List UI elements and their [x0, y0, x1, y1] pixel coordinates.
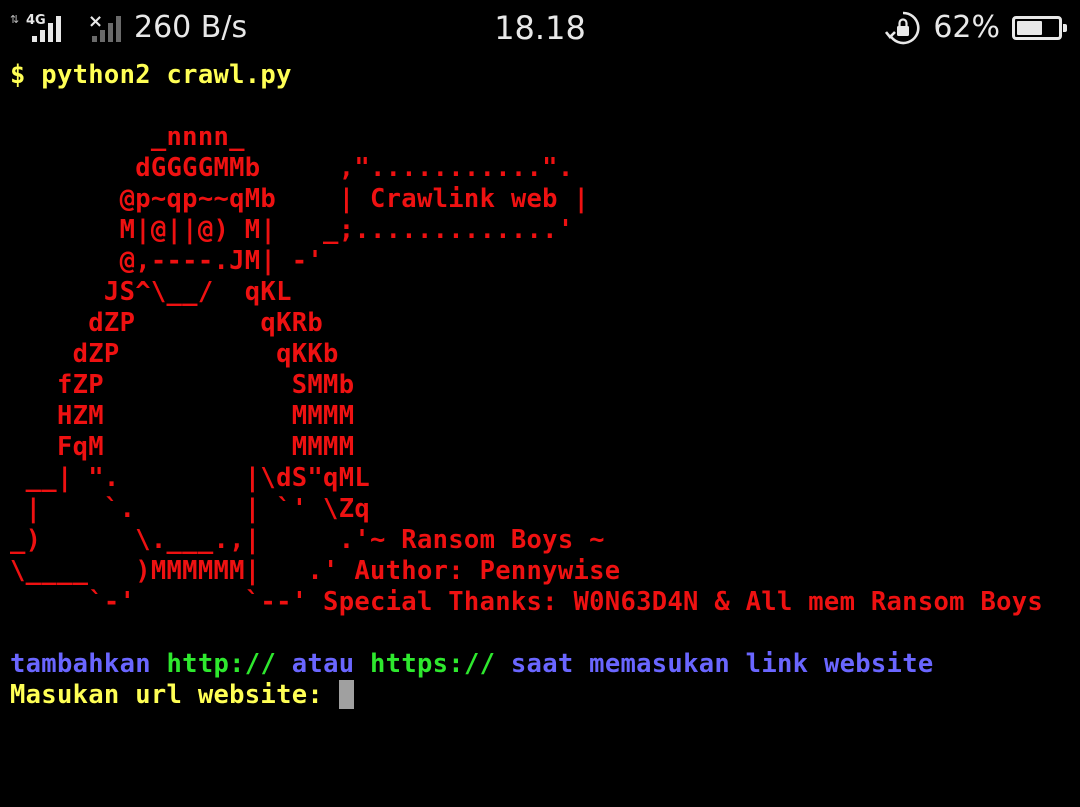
ascii-art-line: \____ )MMMMMM| .' Author: Pennywise [10, 556, 621, 586]
ascii-art-line: `-' `--' Special Thanks: W0N63D4N & All … [10, 587, 1044, 617]
battery-nub [1063, 24, 1067, 32]
ascii-art-line: dGGGGMMb ,"...........". [10, 153, 574, 183]
ascii-art-line: _nnnn_ [10, 122, 245, 152]
status-bar: ⇅ 4G × 260 B/s 18.18 62% [0, 0, 1080, 56]
url-input-prompt: Masukan url website: [10, 680, 339, 710]
hint-segment: http:// [166, 649, 277, 679]
ascii-art-line: dZP qKRb [10, 308, 324, 338]
ascii-art-line: FqM MMMM [10, 432, 355, 462]
hint-segment: https:// [370, 649, 496, 679]
ascii-art-line: | `. | `' \Zq [10, 494, 371, 524]
ascii-art-banner: _nnnn_ dGGGGMMb ,"...........". @p~qp~~q… [10, 91, 1080, 649]
hint-segment: atau [276, 649, 371, 679]
hint-segment: tambahkan [10, 649, 167, 679]
ascii-art-line: dZP qKKb [10, 339, 339, 369]
rotation-lock-icon [885, 11, 920, 45]
url-input-line[interactable]: Masukan url website: [10, 680, 1080, 711]
url-hint-line: tambahkan http:// atau https:// saat mem… [10, 649, 1080, 680]
ascii-art-line: @,----.JM| -' [10, 246, 324, 276]
battery-percent: 62% [933, 10, 1000, 45]
ascii-art-line: _) \.___.,| .'~ Ransom Boys ~ [10, 525, 605, 555]
ascii-art-line [10, 91, 1080, 122]
ascii-art-line: JS^\__/ qKL [10, 277, 292, 307]
hint-segment: saat memasukan link website [495, 649, 934, 679]
terminal-cursor[interactable] [338, 680, 354, 709]
ascii-art-line: HZM MMMM [10, 401, 355, 431]
battery-fill [1017, 21, 1042, 35]
ascii-art-line: M|@||@) M| _;.............' [10, 215, 574, 245]
ascii-art-line: @p~qp~~qMb | Crawlink web | [10, 184, 590, 214]
terminal-output[interactable]: $ python2 crawl.py _nnnn_ dGGGGMMb ,"...… [10, 60, 1080, 711]
battery-icon [1012, 16, 1067, 40]
status-bar-right: 62% [885, 8, 1067, 48]
command-prompt-line: $ python2 crawl.py [10, 60, 292, 90]
ascii-art-line [10, 618, 1080, 649]
ascii-art-line: fZP SMMb [10, 370, 355, 400]
ascii-art-line: __| ". |\dS"qML [10, 463, 371, 493]
